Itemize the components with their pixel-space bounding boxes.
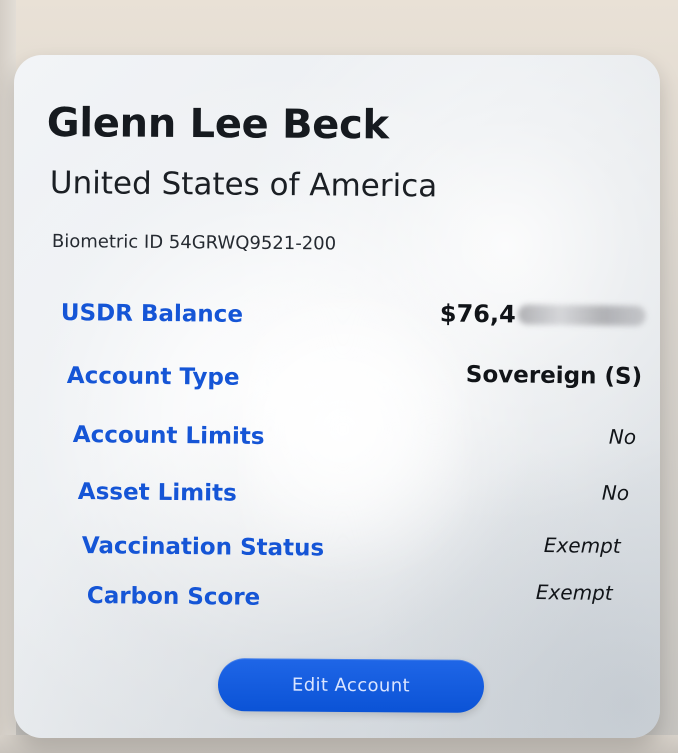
account-holder-name: Glenn Lee Beck xyxy=(46,100,389,149)
usdr-balance-value: $76,4 xyxy=(439,299,646,329)
account-limits-label: Account Limits xyxy=(72,422,265,451)
account-type-label: Account Type xyxy=(66,363,240,391)
carbon-score-label: Carbon Score xyxy=(86,583,261,611)
asset-limits-value: No xyxy=(601,480,630,505)
edit-account-button[interactable]: Edit Account xyxy=(217,658,485,713)
balance-blur-mask xyxy=(517,304,646,326)
vaccination-status-label: Vaccination Status xyxy=(81,533,325,562)
carbon-score-value: Exempt xyxy=(535,580,614,605)
account-card: Glenn Lee Beck United States of America … xyxy=(14,55,660,738)
biometric-id: Biometric ID 54GRWQ9521-200 xyxy=(51,231,337,255)
asset-limits-label: Asset Limits xyxy=(77,479,237,507)
account-limits-value: No xyxy=(608,424,637,449)
vaccination-status-value: Exempt xyxy=(543,533,622,558)
usdr-balance-visible-text: $76,4 xyxy=(439,299,517,329)
account-country: United States of America xyxy=(49,165,438,205)
usdr-balance-label: USDR Balance xyxy=(60,300,244,328)
account-type-value: Sovereign (S) xyxy=(465,361,643,390)
